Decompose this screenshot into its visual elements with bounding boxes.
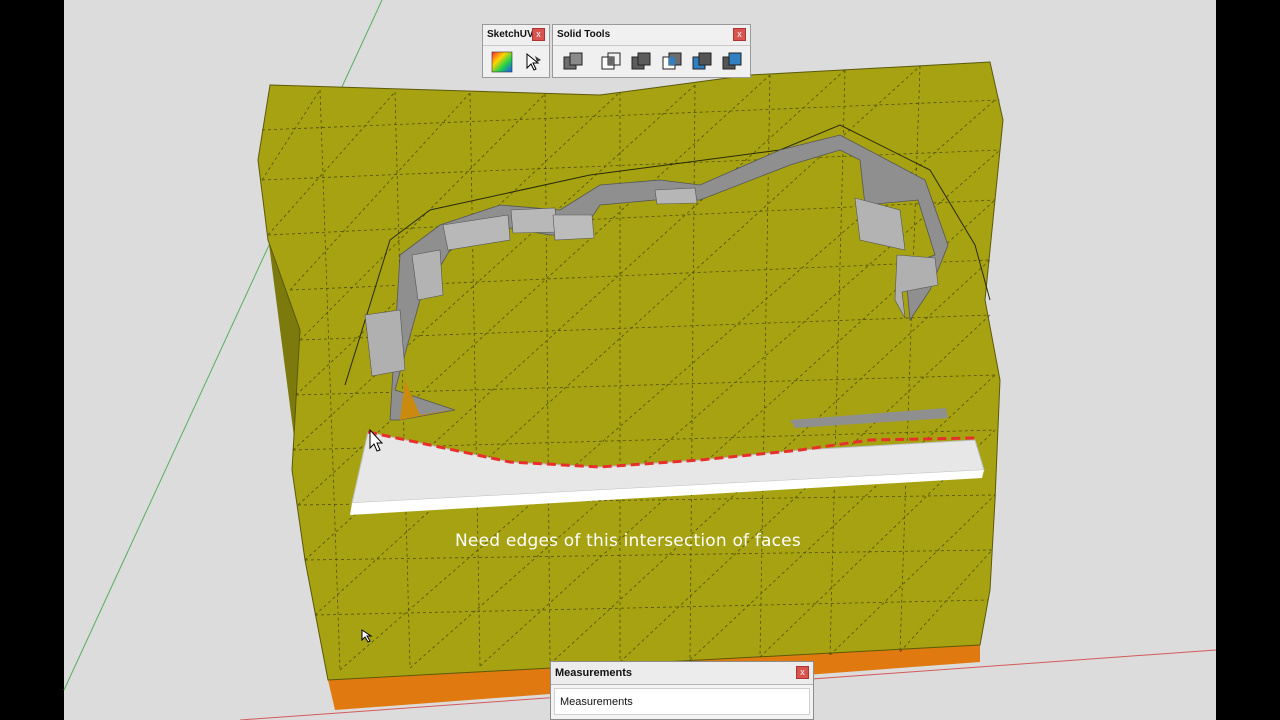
uv-pick-icon[interactable] xyxy=(521,50,545,74)
split-icon[interactable] xyxy=(720,50,744,74)
solid-tools-toolbar-header[interactable]: Solid Tools x xyxy=(553,25,750,46)
measurements-panel: Measurements x Measurements xyxy=(550,661,814,720)
close-icon[interactable]: x xyxy=(796,666,809,679)
uv-gradient-icon[interactable] xyxy=(490,50,514,74)
union-icon[interactable] xyxy=(629,50,653,74)
measurements-input[interactable]: Measurements xyxy=(554,688,810,715)
3d-scene[interactable] xyxy=(0,0,1280,720)
measurements-title: Measurements xyxy=(555,667,633,679)
sketchuv-toolbar-header[interactable]: SketchUV x xyxy=(483,25,549,46)
intersect-icon[interactable] xyxy=(599,50,623,74)
measurements-header[interactable]: Measurements x xyxy=(551,662,813,685)
close-icon[interactable]: x xyxy=(733,28,746,41)
sketchuv-title: SketchUV xyxy=(487,29,534,40)
video-caption: Need edges of this intersection of faces xyxy=(455,531,801,551)
outer-shell-icon[interactable] xyxy=(561,50,585,74)
close-icon[interactable]: x xyxy=(532,28,545,41)
solid-tools-title: Solid Tools xyxy=(557,29,611,40)
subtract-icon[interactable] xyxy=(660,50,684,74)
trim-icon[interactable] xyxy=(690,50,714,74)
solid-tools-toolbar: Solid Tools x xyxy=(552,24,751,78)
terrain-surface xyxy=(257,61,1004,681)
sketchuv-toolbar: SketchUV x xyxy=(482,24,550,78)
